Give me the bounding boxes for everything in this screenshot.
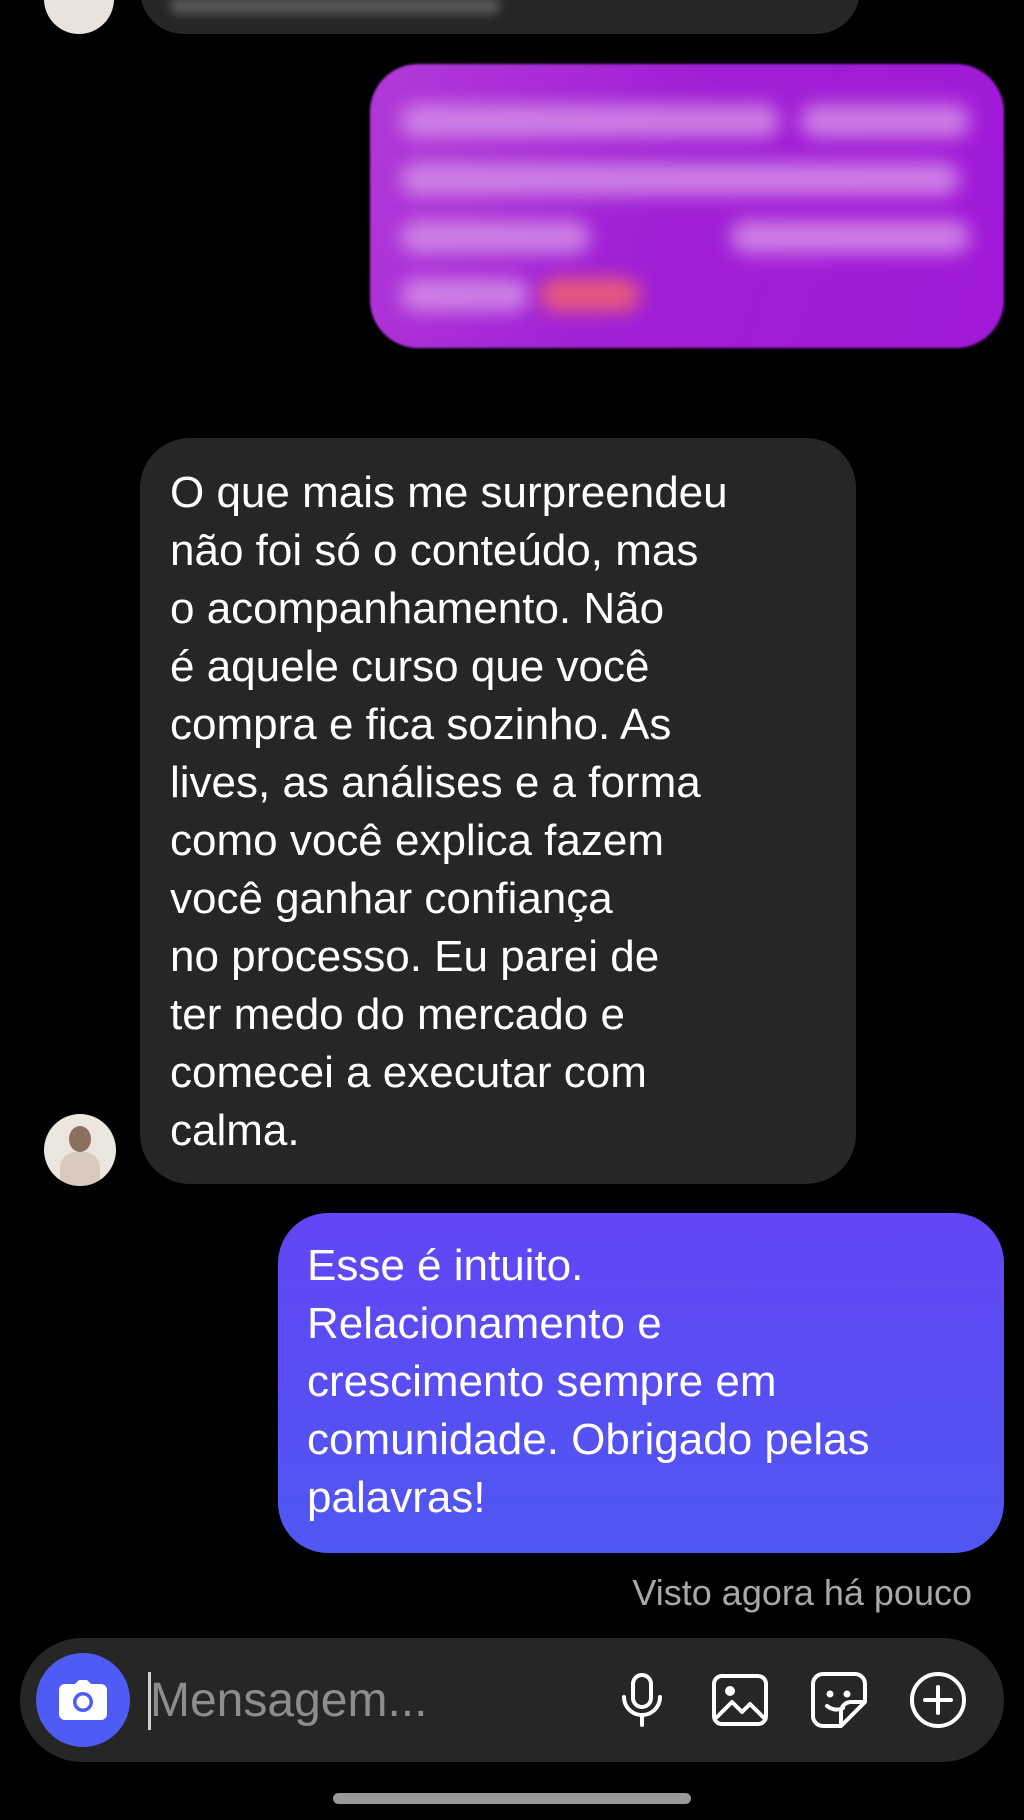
chat-screen: O que mais me surpreendeu não foi só o c… — [0, 0, 1024, 1820]
avatar[interactable] — [44, 0, 114, 34]
plus-circle-icon — [910, 1672, 966, 1728]
more-button[interactable] — [906, 1668, 970, 1732]
sticker-icon — [811, 1672, 867, 1728]
received-message-text: O que mais me surpreendeu não foi só o c… — [170, 468, 728, 1155]
message-composer — [20, 1638, 1004, 1762]
gallery-icon — [712, 1674, 768, 1726]
blurred-text — [170, 0, 500, 14]
blurred-text — [730, 220, 970, 254]
camera-button[interactable] — [36, 1653, 130, 1747]
blurred-text — [400, 278, 530, 312]
blurred-text — [400, 104, 780, 138]
sent-message-bubble-blurred[interactable] — [370, 64, 1004, 348]
message-input[interactable] — [150, 1662, 590, 1738]
sent-message-bubble[interactable]: Esse é intuito. Relacionamento e crescim… — [278, 1213, 1004, 1553]
sticker-button[interactable] — [807, 1668, 871, 1732]
sent-message-text: Esse é intuito. Relacionamento e crescim… — [307, 1241, 870, 1522]
received-message-bubble[interactable]: O que mais me surpreendeu não foi só o c… — [140, 438, 856, 1184]
microphone-button[interactable] — [610, 1668, 674, 1732]
blurred-text — [400, 162, 960, 196]
avatar-head — [69, 1126, 91, 1152]
microphone-icon — [622, 1673, 662, 1727]
blurred-text — [400, 220, 590, 254]
seen-status: Visto agora há pouco — [632, 1572, 972, 1613]
received-message-bubble-blurred[interactable] — [140, 0, 860, 34]
avatar-body — [60, 1152, 100, 1186]
home-indicator[interactable] — [333, 1793, 691, 1804]
blurred-emoji — [540, 278, 640, 312]
sender-avatar[interactable] — [44, 1114, 116, 1186]
blurred-text — [800, 104, 970, 138]
camera-icon — [59, 1680, 107, 1720]
gallery-button[interactable] — [708, 1668, 772, 1732]
